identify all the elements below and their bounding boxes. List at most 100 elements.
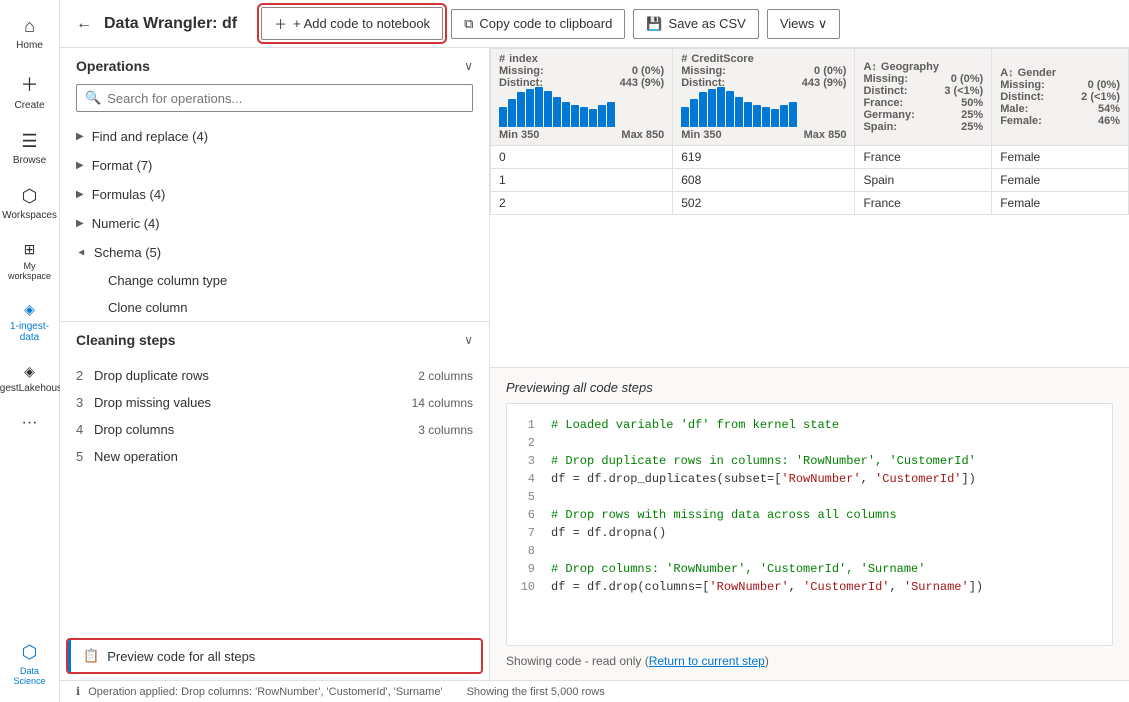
content-area: Operations ∨ 🔍 ▶ Find and replace (4) ▶ … [60,48,1129,680]
code-footer-end: ) [765,654,769,668]
sidebar-label-my-workspace: My workspace [8,261,52,281]
credit-score-type-icon: # [681,53,687,65]
ops-sub-clone-column[interactable]: Clone column [60,294,489,321]
cleaning-header[interactable]: Cleaning steps ∨ [60,322,489,358]
ops-item-formulas[interactable]: ▶ Formulas (4) [60,180,489,209]
step-desc-drop-duplicates: Drop duplicate rows [94,368,412,383]
search-icon: 🔍 [85,90,101,106]
sidebar-item-ingestlakehouse[interactable]: ◈ IngestLakehouse [2,355,58,402]
col-header-index: #index Missing:0 (0%) Distinct:443 (9%) [491,49,673,146]
copy-code-button[interactable]: ⧉ Copy code to clipboard [451,9,625,39]
cell-index-1: 1 [491,169,673,192]
sidebar-item-home[interactable]: ⌂ Home [2,8,58,59]
data-table-area: #index Missing:0 (0%) Distinct:443 (9%) [490,48,1129,368]
table-scroll[interactable]: #index Missing:0 (0%) Distinct:443 (9%) [490,48,1129,367]
preview-code-label: Preview code for all steps [107,649,255,664]
ops-item-find-replace[interactable]: ▶ Find and replace (4) [60,122,489,151]
views-label: Views ∨ [780,16,828,32]
sidebar-label-browse: Browse [13,155,46,166]
sidebar-label-home: Home [16,40,43,51]
sidebar-label-ingest-data: 1-ingest-data [8,321,52,343]
sidebar-item-workspaces[interactable]: ⬡ Workspaces [2,178,58,229]
code-line-10: 10 df = df.drop(columns=['RowNumber', 'C… [519,578,1100,596]
line-num-5: 5 [519,488,535,506]
right-panel: #index Missing:0 (0%) Distinct:443 (9%) [490,48,1129,680]
step-num-4: 4 [76,422,88,437]
operations-title: Operations [76,58,150,74]
operations-section: Operations ∨ 🔍 ▶ Find and replace (4) ▶ … [60,48,489,322]
save-csv-button[interactable]: 💾 Save as CSV [633,9,759,39]
formulas-label: Formulas (4) [92,187,166,202]
code-line-8: 8 [519,542,1100,560]
code-footer-text: Showing code - read only ( [506,654,649,668]
return-to-current-step-link[interactable]: Return to current step [649,654,765,668]
add-code-button[interactable]: ＋ + Add code to notebook [261,7,443,40]
views-button[interactable]: Views ∨ [767,9,841,39]
step-num-3: 3 [76,395,88,410]
step-tag-3col: 3 columns [418,423,473,437]
format-chevron: ▶ [76,160,84,171]
preview-code-button[interactable]: 📋 Preview code for all steps [68,640,481,672]
sidebar-item-browse[interactable]: ☰ Browse [2,123,58,174]
ops-list: ▶ Find and replace (4) ▶ Format (7) ▶ Fo… [60,122,489,321]
code-footer: Showing code - read only (Return to curr… [506,646,1113,668]
line-num-2: 2 [519,434,535,452]
ingestlakehouse-icon: ◈ [24,363,35,380]
search-input[interactable] [107,91,464,106]
ops-sub-change-col-type[interactable]: Change column type [60,267,489,294]
numeric-chevron: ▶ [76,218,84,229]
cleaning-list: 2 Drop duplicate rows 2 columns 3 Drop m… [60,358,489,636]
geography-col-label: Geography [881,61,939,73]
gender-dist: Male:54% Female:46% [1000,103,1120,127]
copy-icon: ⧉ [464,16,473,32]
add-code-label: + Add code to notebook [293,16,430,31]
gender-col-label: Gender [1018,67,1057,79]
status-suffix: Showing the first 5,000 rows [467,686,605,698]
cleaning-section: Cleaning steps ∨ 2 Drop duplicate rows 2… [60,322,489,680]
sidebar-item-my-workspace[interactable]: ⊞ My workspace [2,233,58,289]
sidebar-item-data-science[interactable]: ⬡ Data Science [2,634,58,694]
cleaning-item-drop-missing: 3 Drop missing values 14 columns [60,389,489,416]
code-line-7: 7 df = df.dropna() [519,524,1100,542]
find-replace-label: Find and replace (4) [92,129,208,144]
add-code-icon: ＋ [274,14,287,33]
step-desc-new-op: New operation [94,449,473,464]
line-content-7: df = df.dropna() [551,524,666,542]
sidebar-item-create[interactable]: ＋ Create [2,63,58,119]
cell-gender-2: Female [992,192,1129,215]
code-line-1: 1 # Loaded variable 'df' from kernel sta… [519,416,1100,434]
sidebar-item-more[interactable]: ··· [2,406,58,440]
line-content-10: df = df.drop(columns=['RowNumber', 'Cust… [551,578,983,596]
step-num-5: 5 [76,449,88,464]
line-content-3: # Drop duplicate rows in columns: 'RowNu… [551,452,976,470]
more-icon: ··· [22,414,38,432]
ops-item-schema[interactable]: ▼ Schema (5) [60,238,489,267]
table-row: 0 619 France Female [491,146,1129,169]
operations-header[interactable]: Operations ∨ [60,48,489,84]
index-bar-chart [499,89,664,129]
data-table: #index Missing:0 (0%) Distinct:443 (9%) [490,48,1129,215]
back-button[interactable]: ← [76,15,92,33]
col-header-credit-score: #CreditScore Missing:0 (0%) Distinct:443… [673,49,855,146]
table-row: 1 608 Spain Female [491,169,1129,192]
geography-type-icon: A↕ [863,61,876,73]
create-icon: ＋ [21,71,39,97]
line-content-5 [551,488,558,506]
change-col-type-label: Change column type [108,273,227,288]
ops-item-numeric[interactable]: ▶ Numeric (4) [60,209,489,238]
line-num-10: 10 [519,578,535,596]
sidebar-item-ingest-data[interactable]: ◈ 1-ingest-data [2,293,58,351]
ops-item-format[interactable]: ▶ Format (7) [60,151,489,180]
cell-geography-1: Spain [855,169,992,192]
workspaces-icon: ⬡ [22,186,38,207]
preview-code-icon: 📋 [83,648,99,664]
code-block[interactable]: 1 # Loaded variable 'df' from kernel sta… [506,403,1113,646]
code-line-2: 2 [519,434,1100,452]
table-row: 2 502 France Female [491,192,1129,215]
cleaning-item-drop-columns: 4 Drop columns 3 columns [60,416,489,443]
gender-type-icon: A↕ [1000,67,1013,79]
code-area-title: Previewing all code steps [506,380,1113,395]
sidebar: ⌂ Home ＋ Create ☰ Browse ⬡ Workspaces ⊞ … [0,0,60,702]
line-num-7: 7 [519,524,535,542]
code-line-9: 9 # Drop columns: 'RowNumber', 'Customer… [519,560,1100,578]
